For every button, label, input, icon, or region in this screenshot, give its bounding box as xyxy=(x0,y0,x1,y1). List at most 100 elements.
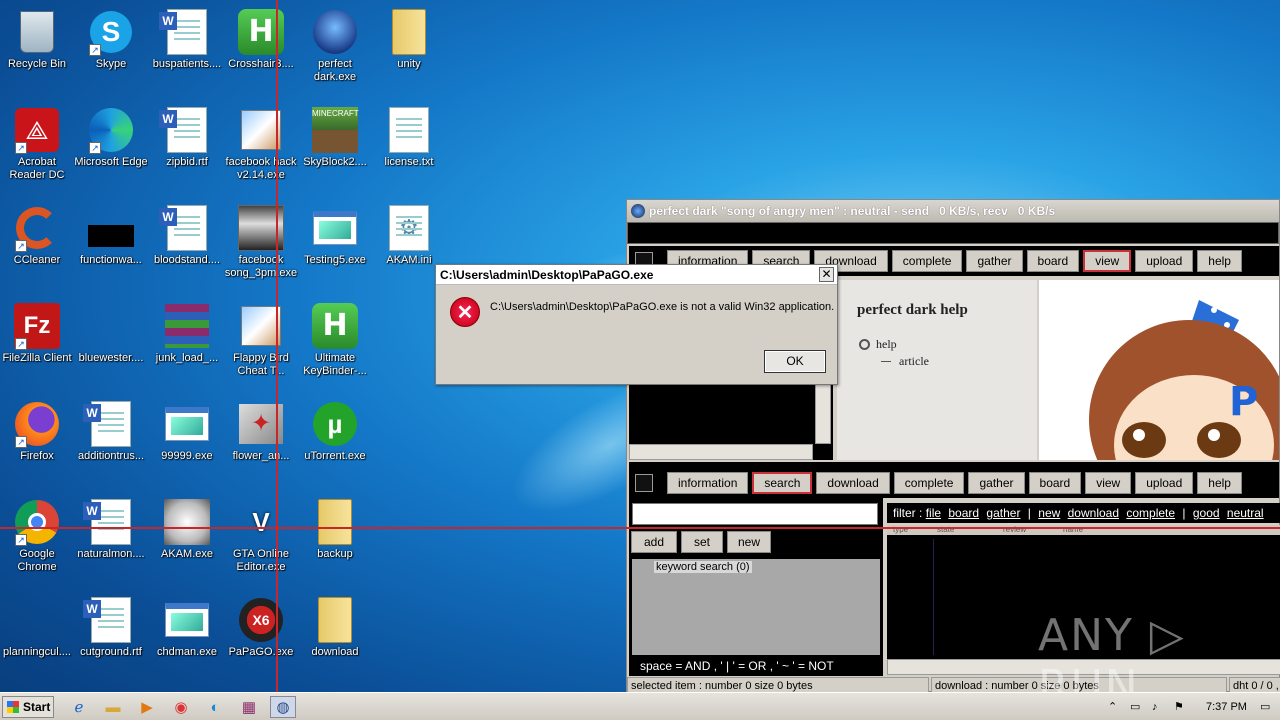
tray-network-icon[interactable]: ▭ xyxy=(1130,693,1140,720)
perfect-dark-taskbar-icon[interactable]: ◍ xyxy=(270,696,296,718)
desktop-icon[interactable]: ↗ CCleaner xyxy=(0,200,74,296)
desktop-icon[interactable]: 99999.exe xyxy=(150,396,224,492)
word-doc-icon: W xyxy=(83,596,135,644)
filter-link[interactable]: file xyxy=(926,506,941,520)
tab-board[interactable]: board xyxy=(1028,472,1082,494)
desktop-icon[interactable]: Testing5.exe xyxy=(298,200,372,296)
desktop-icon[interactable]: S ↗ Skype xyxy=(74,4,148,100)
shortcut-arrow-icon: ↗ xyxy=(89,44,101,56)
vertical-scrollbar[interactable] xyxy=(815,384,831,444)
desktop-icon-label: facebook song_3pm.exe xyxy=(224,254,298,279)
panel-toggle[interactable] xyxy=(635,474,653,492)
desktop-icon[interactable]: functionwa... xyxy=(74,200,148,296)
tab-information[interactable]: information xyxy=(667,472,749,494)
help-panel: perfect dark help help article xyxy=(837,280,1037,460)
desktop-icon[interactable]: perfect dark.exe xyxy=(298,4,372,100)
desktop-icon[interactable]: Fz ↗ FileZilla Client xyxy=(0,298,74,394)
filter-link[interactable]: neutral xyxy=(1227,506,1264,520)
desktop-icon[interactable]: Wnaturalmon.... xyxy=(74,494,148,590)
desktop-icon[interactable]: ↗ Firefox xyxy=(0,396,74,492)
help-tree-subitem[interactable]: article xyxy=(899,354,929,369)
desktop-icon[interactable]: Wcutground.rtf xyxy=(74,592,148,688)
tab-view[interactable]: view xyxy=(1083,250,1132,272)
filter-link[interactable]: download xyxy=(1068,506,1119,520)
help-tree-item[interactable]: help xyxy=(876,337,897,352)
media-player-icon[interactable]: ▶ xyxy=(134,696,160,718)
desktop-icon[interactable]: download xyxy=(298,592,372,688)
filter-link[interactable]: gather xyxy=(986,506,1020,520)
tab-help[interactable]: help xyxy=(1197,250,1242,272)
desktop-icon[interactable]: µ uTorrent.exe xyxy=(298,396,372,492)
desktop-icon[interactable]: unity xyxy=(372,4,446,100)
search-tab-bar: information search download complete gat… xyxy=(629,468,1279,498)
filter-link[interactable]: good xyxy=(1193,506,1220,520)
desktop-icon[interactable]: bluewester.... xyxy=(74,298,148,394)
desktop-icon[interactable]: ⟁ ↗ Acrobat Reader DC xyxy=(0,102,74,198)
desktop-icon-label: bluewester.... xyxy=(78,352,144,364)
ie-icon[interactable]: ℯ xyxy=(66,696,92,718)
desktop-icon[interactable]: license.txt xyxy=(372,102,446,198)
show-desktop-icon[interactable]: ▭ xyxy=(1260,693,1270,720)
desktop-icon[interactable]: ✦ flower_an... xyxy=(224,396,298,492)
horizontal-scrollbar[interactable] xyxy=(629,444,813,460)
help-heading: perfect dark help xyxy=(857,302,968,318)
tab-complete[interactable]: complete xyxy=(891,250,963,272)
desktop-icon[interactable]: chdman.exe xyxy=(150,592,224,688)
dialog-title[interactable]: C:\Users\admin\Desktop\PaPaGO.exe xyxy=(436,265,837,285)
filter-link[interactable]: new xyxy=(1038,506,1060,520)
edge-icon[interactable]: ◐ xyxy=(202,696,228,718)
start-button[interactable]: Start xyxy=(2,696,54,718)
tray-chevron-icon[interactable]: ⌃ xyxy=(1108,693,1117,720)
set-button[interactable]: set xyxy=(681,531,723,553)
desktop-icon[interactable]: junk_load_... xyxy=(150,298,224,394)
tab-download[interactable]: download xyxy=(816,472,890,494)
clock-time[interactable]: 7:37 PM xyxy=(1206,693,1247,720)
desktop-icon[interactable]: ↗ Google Chrome xyxy=(0,494,74,590)
tab-view[interactable]: view xyxy=(1085,472,1132,494)
desktop-icon[interactable]: Wzipbid.rtf xyxy=(150,102,224,198)
add-button[interactable]: add xyxy=(631,531,677,553)
system-tray: ⌃ ▭ ♪ ⚑ 7:37 PM ▭ xyxy=(1100,693,1280,720)
desktop-icon[interactable]: MINECRAFT SkyBlock2.... xyxy=(298,102,372,198)
desktop-icon[interactable]: facebook hack v2.14.exe xyxy=(224,102,298,198)
tab-upload[interactable]: upload xyxy=(1135,472,1194,494)
desktop-icon[interactable]: Flappy Bird Cheat T... xyxy=(224,298,298,394)
desktop-icon[interactable]: ↗ Microsoft Edge xyxy=(74,102,148,198)
tab-upload[interactable]: upload xyxy=(1135,250,1194,272)
tab-complete[interactable]: complete xyxy=(893,472,965,494)
new-button[interactable]: new xyxy=(727,531,771,553)
desktop-icon[interactable]: Wbloodstand.... xyxy=(150,200,224,296)
desktop-icon[interactable]: V GTA Online Editor.exe xyxy=(224,494,298,590)
desktop-icon[interactable]: X6 PaPaGO.exe xyxy=(224,592,298,688)
window-exe-icon xyxy=(163,596,211,644)
chrome-icon[interactable]: ◉ xyxy=(168,696,194,718)
desktop-icon-label: CCleaner xyxy=(13,254,61,266)
desktop-icon[interactable]: Wadditiontrus... xyxy=(74,396,148,492)
tray-volume-icon[interactable]: ♪ xyxy=(1152,693,1158,720)
tab-search[interactable]: search xyxy=(752,472,813,494)
tray-flag-icon[interactable]: ⚑ xyxy=(1174,693,1184,720)
tab-help[interactable]: help xyxy=(1197,472,1242,494)
filter-link[interactable]: board xyxy=(948,506,979,520)
desktop-icon[interactable]: Wbuspatients.... xyxy=(150,4,224,100)
desktop-icon[interactable]: facebook song_3pm.exe xyxy=(224,200,298,296)
desktop-icon[interactable]: planningcul.... xyxy=(0,592,74,688)
desktop-icon[interactable]: H Ultimate KeyBinder-... xyxy=(298,298,372,394)
tab-gather[interactable]: gather xyxy=(966,250,1023,272)
close-icon[interactable]: ✕ xyxy=(819,267,834,282)
skype-icon: S ↗ xyxy=(87,8,135,56)
keyword-search-item[interactable]: keyword search (0) xyxy=(654,561,752,573)
desktop-icon[interactable]: Recycle Bin xyxy=(0,4,74,100)
window-titlebar[interactable]: perfect dark "song of angry men" : neutr… xyxy=(627,200,1279,222)
desktop-icon[interactable]: H Crosshair3.... xyxy=(224,4,298,100)
radio-circle-icon[interactable] xyxy=(859,339,870,350)
tab-gather[interactable]: gather xyxy=(968,472,1025,494)
desktop-icon[interactable]: AKAM.exe xyxy=(150,494,224,590)
desktop-icon[interactable]: backup xyxy=(298,494,372,590)
search-input[interactable] xyxy=(632,503,878,525)
winrar-icon[interactable]: ▦ xyxy=(236,696,262,718)
ok-button[interactable]: OK xyxy=(764,350,826,373)
tab-board[interactable]: board xyxy=(1026,250,1080,272)
explorer-icon[interactable]: ▬ xyxy=(100,696,126,718)
filter-link[interactable]: complete xyxy=(1126,506,1175,520)
